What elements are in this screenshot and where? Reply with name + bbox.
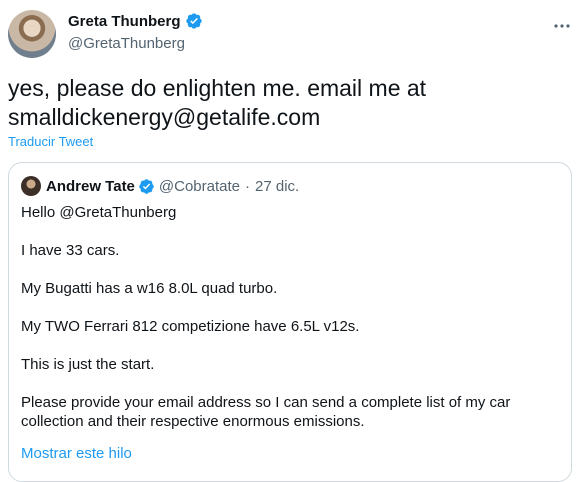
quoted-author-handle: @Cobratate: [158, 177, 241, 195]
quoted-paragraph: This is just the start.: [21, 356, 155, 373]
author-handle[interactable]: @GretaThunberg: [68, 35, 185, 52]
tweet-header: Greta Thunberg @GretaThunberg: [8, 8, 574, 60]
quoted-author-avatar: [21, 176, 41, 196]
separator-dot: ·: [245, 177, 251, 195]
more-horizontal-icon: [554, 24, 570, 28]
quoted-paragraph: My TWO Ferrari 812 competizione have 6.5…: [21, 318, 360, 335]
author-avatar[interactable]: [8, 10, 56, 58]
quoted-paragraph: My Bugatti has a w16 8.0L quad turbo.: [21, 280, 278, 297]
show-thread-link[interactable]: Mostrar este hilo: [21, 445, 132, 462]
tweet-text-line: smalldickenergy@getalife.com: [8, 104, 321, 130]
verified-badge-icon: [185, 13, 202, 29]
author-display-name[interactable]: Greta Thunberg: [68, 13, 181, 30]
more-options-button[interactable]: [550, 16, 574, 36]
quoted-tweet-date: 27 dic.: [255, 177, 300, 195]
quoted-tweet-header: Andrew Tate @Cobratate · 27 dic.: [21, 176, 299, 196]
quoted-author-display-name: Andrew Tate: [46, 177, 135, 195]
quoted-tweet-card[interactable]: Andrew Tate @Cobratate · 27 dic. Hello @…: [8, 162, 572, 482]
translate-tweet-link[interactable]: Traducir Tweet: [8, 134, 93, 149]
quoted-paragraph: I have 33 cars.: [21, 242, 120, 259]
tweet-text-line: yes, please do enlighten me. email me at: [8, 75, 427, 101]
author-name-row: Greta Thunberg: [68, 12, 203, 30]
tweet-text: yes, please do enlighten me. email me at…: [8, 74, 568, 132]
quoted-paragraph: Please provide your email address so I c…: [21, 394, 511, 430]
verified-badge-icon: [139, 178, 154, 194]
quoted-tweet-body: Hello @GretaThunberg I have 33 cars. My …: [21, 203, 561, 450]
quoted-paragraph: Hello @GretaThunberg: [21, 204, 177, 221]
